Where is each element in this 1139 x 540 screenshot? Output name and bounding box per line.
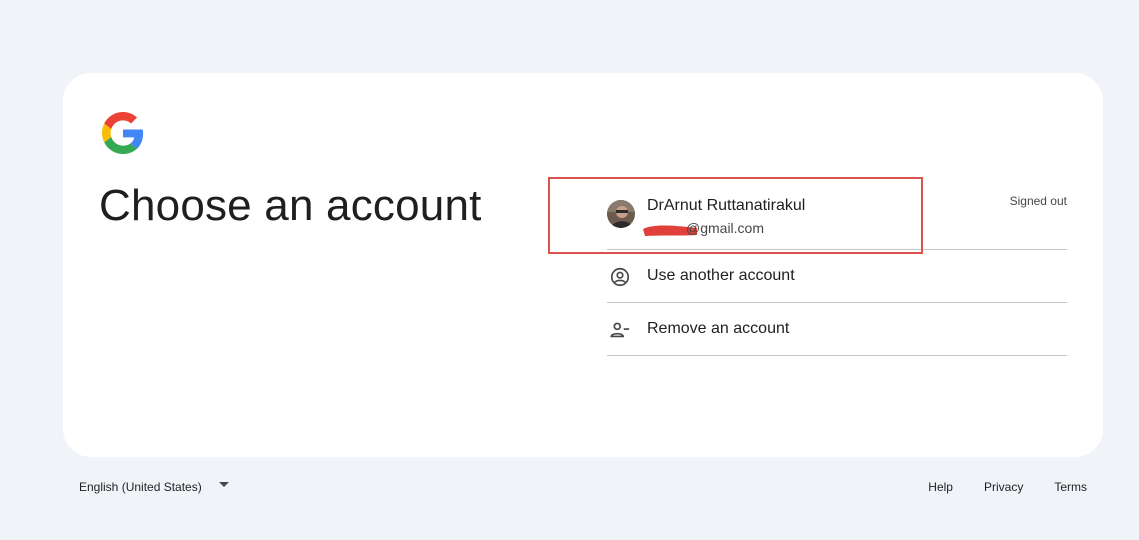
account-circle-icon (610, 267, 630, 287)
status-badge: Signed out (1009, 194, 1067, 208)
language-label: English (United States) (79, 480, 202, 494)
person-remove-icon (610, 322, 630, 338)
terms-link[interactable]: Terms (1054, 480, 1087, 494)
sign-in-card: Choose an account DrArnut Ruttanatirakul… (63, 73, 1103, 457)
privacy-link[interactable]: Privacy (984, 480, 1023, 494)
use-another-account-label: Use another account (647, 267, 795, 284)
use-another-account-button[interactable]: Use another account (607, 250, 1067, 303)
account-list: DrArnut Ruttanatirakul @gmail.com Signed… (548, 177, 1067, 356)
footer-links: Help Privacy Terms (897, 480, 1087, 494)
language-select[interactable]: English (United States) (79, 480, 202, 494)
remove-account-button[interactable]: Remove an account (607, 303, 1067, 356)
footer: English (United States) Help Privacy Ter… (63, 478, 1103, 500)
account-email: @gmail.com (686, 220, 765, 236)
chevron-down-icon[interactable] (219, 482, 229, 487)
annotation-highlight-box (548, 177, 923, 254)
google-logo-icon (102, 112, 144, 154)
page-title: Choose an account (99, 181, 482, 230)
remove-account-label: Remove an account (647, 320, 790, 337)
account-item[interactable]: DrArnut Ruttanatirakul @gmail.com Signed… (548, 177, 1067, 254)
help-link[interactable]: Help (928, 480, 953, 494)
account-name: DrArnut Ruttanatirakul (647, 197, 806, 214)
avatar (607, 200, 635, 228)
